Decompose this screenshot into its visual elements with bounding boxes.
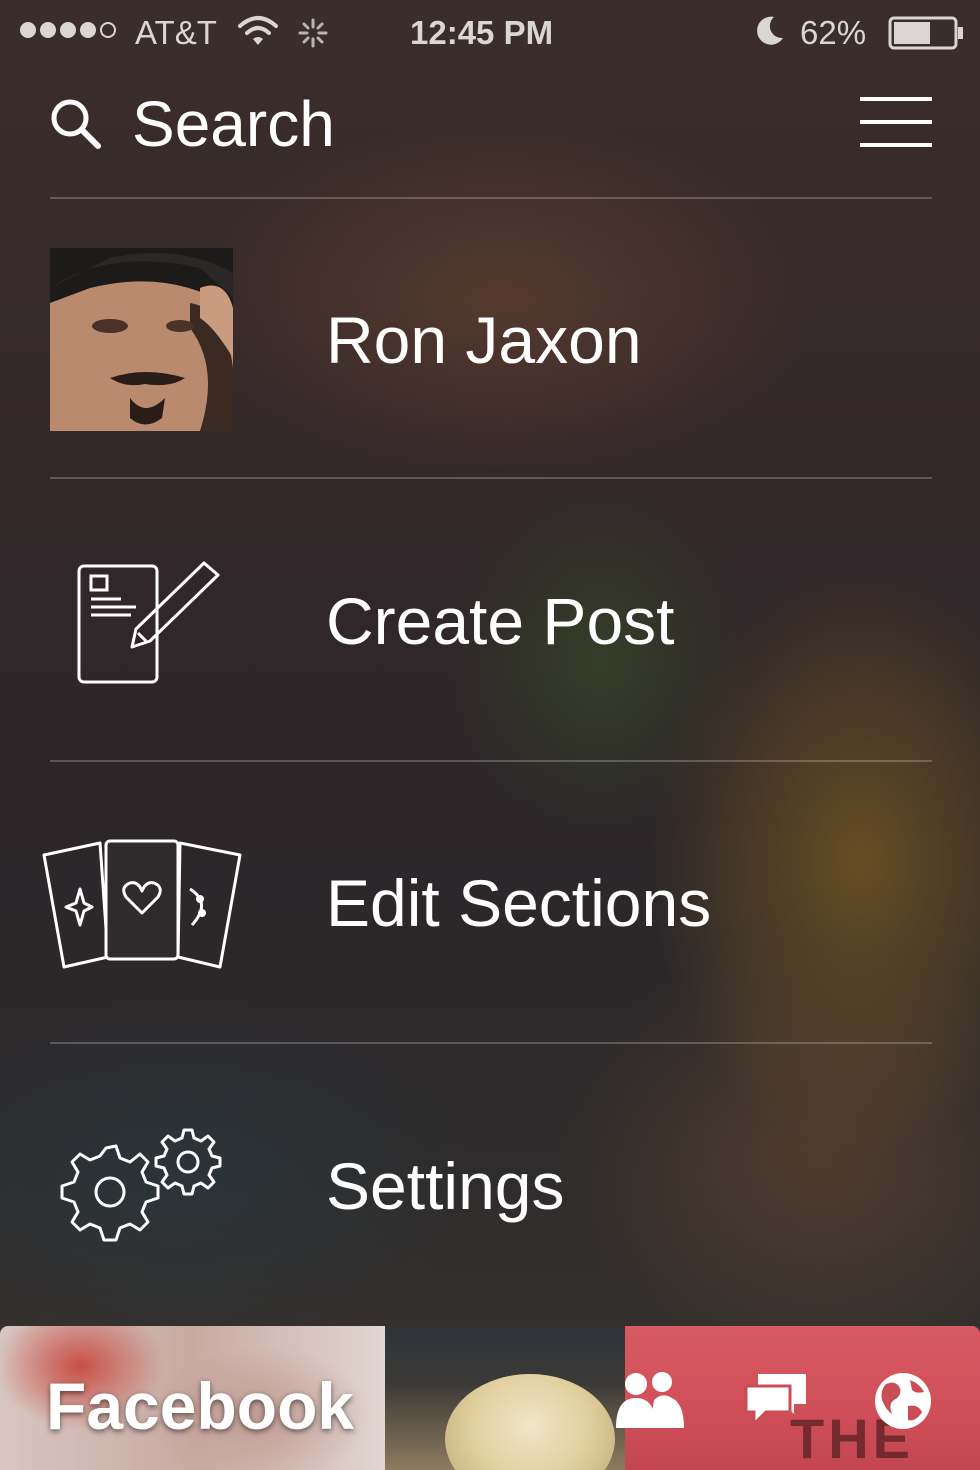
menu-item-edit-sections[interactable]: Edit Sections	[0, 763, 980, 1043]
section-cards-icon	[40, 839, 244, 974]
battery-percentage: 62%	[800, 14, 867, 51]
profile-name[interactable]: Ron Jaxon	[326, 300, 642, 380]
divider	[50, 197, 932, 199]
facebook-feed-card[interactable]: THE HU Facebook	[0, 1326, 980, 1470]
avatar	[50, 248, 233, 431]
settings-label[interactable]: Settings	[326, 1146, 564, 1226]
activity-spinner-icon	[298, 18, 328, 56]
wifi-icon	[238, 14, 278, 56]
search-icon[interactable]	[48, 96, 104, 157]
card-photo-middle	[385, 1326, 625, 1470]
friends-icon[interactable]	[614, 1370, 686, 1435]
create-post-label[interactable]: Create Post	[326, 581, 675, 661]
menu-item-settings[interactable]: Settings	[0, 1046, 980, 1326]
carrier-name: AT&T	[135, 14, 217, 51]
search-label[interactable]: Search	[132, 88, 335, 160]
clock: 12:45 PM	[410, 14, 554, 51]
signal-strength-icon	[20, 22, 116, 38]
divider	[50, 477, 932, 479]
hamburger-menu-icon[interactable]	[860, 96, 932, 153]
divider	[50, 1042, 932, 1044]
card-title[interactable]: Facebook	[46, 1368, 354, 1444]
menu-item-create-post[interactable]: Create Post	[0, 481, 980, 761]
menu-item-profile[interactable]: Ron Jaxon	[0, 200, 980, 480]
edit-sections-label[interactable]: Edit Sections	[326, 863, 711, 943]
divider	[50, 760, 932, 762]
gears-icon	[58, 1128, 228, 1253]
battery-icon	[888, 16, 968, 58]
moon-icon	[752, 14, 786, 56]
compose-post-icon	[76, 561, 224, 690]
status-bar: AT&T 12:45 PM 62%	[0, 0, 980, 66]
messages-icon[interactable]	[744, 1370, 810, 1435]
globe-icon[interactable]	[872, 1370, 934, 1437]
search-bar[interactable]: Search	[48, 86, 932, 166]
